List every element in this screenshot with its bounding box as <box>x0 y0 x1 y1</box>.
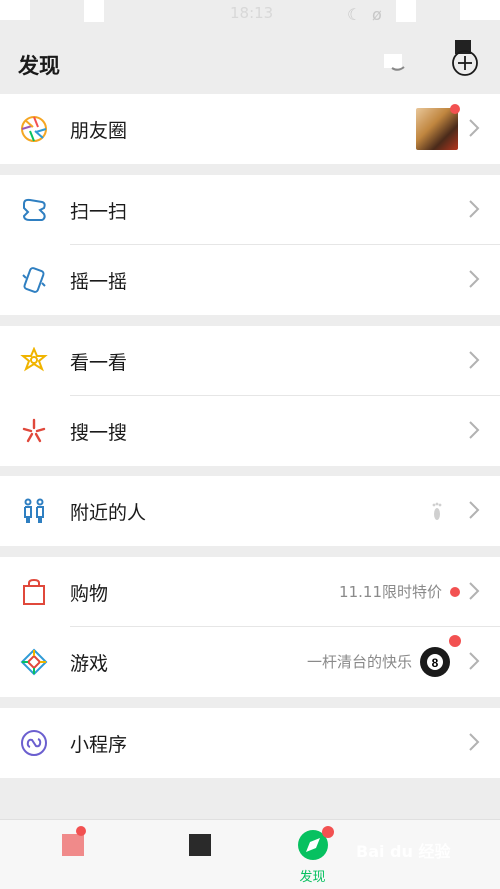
tab-contacts[interactable] <box>125 820 250 889</box>
row-search[interactable]: 搜一搜 <box>0 396 500 466</box>
row-label: 朋友圈 <box>70 120 128 142</box>
chevron-right-icon <box>469 119 480 137</box>
silent-icon: ø <box>372 5 382 24</box>
row-label: 购物 <box>70 583 109 605</box>
row-nearby[interactable]: 附近的人 <box>0 476 500 546</box>
add-button[interactable] <box>450 48 480 78</box>
group-shopping-games: 购物 11.11限时特价 游戏 一杆清台的快乐 8 <box>0 557 500 697</box>
row-label: 搜一搜 <box>70 422 128 444</box>
mini-program-icon <box>21 730 47 756</box>
chevron-right-icon <box>469 351 480 369</box>
chats-tab-icon <box>62 834 84 856</box>
status-block <box>396 0 416 22</box>
discover-tab-badge-dot <box>322 826 334 838</box>
footprint-icon <box>432 502 442 520</box>
shopping-bag-icon <box>23 578 45 605</box>
contacts-tab-icon <box>189 834 211 856</box>
shake-phone-icon <box>22 267 46 293</box>
search-icon[interactable] <box>384 54 410 74</box>
aperture-icon <box>21 116 47 142</box>
chevron-right-icon <box>469 733 480 751</box>
tab-label: 发现 <box>299 870 326 885</box>
chats-tab-badge-dot <box>76 826 86 836</box>
group-mini-programs: 小程序 <box>0 708 500 778</box>
chevron-right-icon <box>469 200 480 218</box>
people-icon <box>24 498 44 523</box>
search-star-icon <box>22 418 46 443</box>
chevron-right-icon <box>469 421 480 439</box>
status-time: 18:13 <box>230 4 274 22</box>
star-icon <box>20 347 48 372</box>
page-title: 发现 <box>18 54 60 78</box>
shopping-promo-text: 11.11限时特价 <box>339 583 442 601</box>
row-shake[interactable]: 摇一摇 <box>0 245 500 315</box>
status-bar: 18:13 ☾ ø <box>0 0 500 30</box>
svg-text:8: 8 <box>432 656 439 670</box>
status-block <box>0 0 30 20</box>
row-shopping[interactable]: 购物 11.11限时特价 <box>0 557 500 627</box>
row-mini-programs[interactable]: 小程序 <box>0 708 500 778</box>
chevron-right-icon <box>469 501 480 519</box>
row-label: 看一看 <box>70 352 128 374</box>
moments-thumbnail <box>416 108 458 150</box>
row-label: 小程序 <box>70 734 128 756</box>
group-scan-shake: 扫一扫 摇一摇 <box>0 175 500 315</box>
group-nearby: 附近的人 <box>0 476 500 546</box>
row-games[interactable]: 游戏 一杆清台的快乐 8 <box>0 627 500 697</box>
status-block <box>84 0 104 22</box>
row-label: 游戏 <box>70 653 109 675</box>
billiard-ball-icon: 8 <box>420 647 450 677</box>
row-top-stories[interactable]: 看一看 <box>0 326 500 396</box>
shopping-badge-dot <box>450 587 460 597</box>
chevron-right-icon <box>469 582 480 600</box>
tab-chats[interactable] <box>0 820 125 889</box>
moments-badge-dot <box>450 104 460 114</box>
status-block <box>460 0 500 20</box>
games-promo-text: 一杆清台的快乐 <box>306 653 412 671</box>
watermark-text: Bai du 经验 <box>356 842 451 861</box>
games-badge-dot <box>449 635 461 647</box>
group-stories-search: 看一看 搜一搜 <box>0 326 500 466</box>
scan-icon <box>22 198 46 221</box>
row-label: 扫一扫 <box>70 201 128 223</box>
game-diamond-icon <box>20 648 48 676</box>
row-label: 附近的人 <box>70 502 147 524</box>
chevron-right-icon <box>469 270 480 288</box>
row-scan[interactable]: 扫一扫 <box>0 175 500 245</box>
header: 发现 <box>0 30 500 92</box>
row-label: 摇一摇 <box>70 271 128 293</box>
moon-icon: ☾ <box>347 5 362 24</box>
chevron-right-icon <box>469 652 480 670</box>
